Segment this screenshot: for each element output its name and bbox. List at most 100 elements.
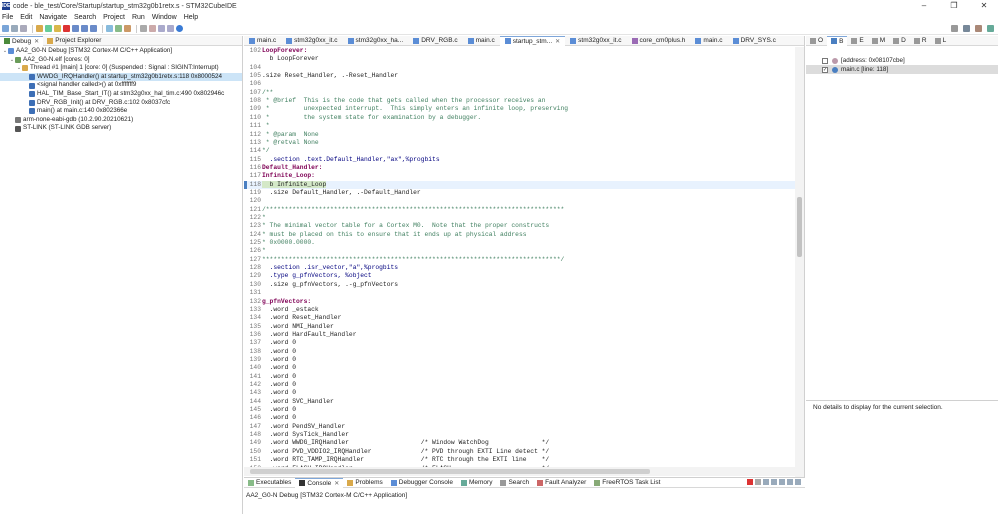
code-line[interactable]: 116Default_Handler: <box>244 164 795 172</box>
forward-icon[interactable] <box>167 25 174 32</box>
editor-tab[interactable]: main.c <box>463 36 500 46</box>
editor-vertical-scrollbar[interactable] <box>795 47 804 477</box>
debug-tree-item[interactable]: ⌄ Thread #1 [main] 1 [core: 0] (Suspended… <box>0 64 242 73</box>
close-icon[interactable]: ✕ <box>34 38 39 45</box>
code-line[interactable]: 135 .word NMI_Handler <box>244 323 795 331</box>
code-line[interactable]: 137 .word 0 <box>244 339 795 347</box>
menu-project[interactable]: Project <box>103 14 125 21</box>
run-icon[interactable] <box>115 25 122 32</box>
remove-launch-icon[interactable] <box>755 479 761 485</box>
code-line[interactable]: 102LoopForever: <box>244 47 795 55</box>
right-tab[interactable]: L <box>931 36 951 46</box>
debug-run-icon[interactable] <box>106 25 113 32</box>
code-line[interactable]: 106 <box>244 80 795 88</box>
tab-memory[interactable]: Memory <box>457 478 496 488</box>
code-line[interactable]: 132g_pfnVectors: <box>244 298 795 306</box>
code-line[interactable]: 109 * unexpected interrupt. This simply … <box>244 105 795 113</box>
save-icon[interactable] <box>11 25 18 32</box>
details-divider[interactable] <box>806 400 998 401</box>
step-into-icon[interactable] <box>72 25 79 32</box>
breakpoint-checkbox[interactable]: ✓ <box>822 66 828 73</box>
minimize-icon[interactable]: – <box>910 0 938 12</box>
annotation-icon[interactable] <box>149 25 156 32</box>
suspend-icon[interactable] <box>54 25 61 32</box>
code-line[interactable]: 136 .word HardFault_Handler <box>244 331 795 339</box>
code-line[interactable]: 131 <box>244 289 795 297</box>
editor-tab[interactable]: DRV_RGB.c <box>408 36 462 46</box>
code-line[interactable]: 127*************************************… <box>244 256 795 264</box>
close-icon[interactable]: ✕ <box>555 38 560 45</box>
right-tab[interactable]: D <box>889 36 910 46</box>
code-line[interactable]: 113 * @retval None <box>244 139 795 147</box>
scroll-thumb[interactable] <box>797 197 802 257</box>
search-icon[interactable] <box>951 25 958 32</box>
code-line[interactable]: 118 b Infinite_Loop <box>244 180 795 189</box>
debug-tree-item[interactable]: main() at main.c:140 0x802366e <box>0 107 242 116</box>
menu-window[interactable]: Window <box>152 14 177 21</box>
code-line[interactable]: 122* <box>244 214 795 222</box>
new-icon[interactable] <box>2 25 9 32</box>
tab-console[interactable]: Console ✕ <box>295 477 344 488</box>
tab-problems[interactable]: Problems <box>343 478 386 488</box>
editor-tab[interactable]: DRV_SYS.c <box>728 36 781 46</box>
editor-tab[interactable]: stm32g0xx_it.c <box>281 36 342 46</box>
code-line[interactable]: 114*/ <box>244 147 795 155</box>
code-line[interactable]: 111 * <box>244 122 795 130</box>
code-line[interactable]: 150 .word PVD_VDDIO2_IRQHandler /* PVD t… <box>244 448 795 456</box>
code-line[interactable]: 128 .section .isr_vector,"a",%progbits <box>244 264 795 272</box>
code-line[interactable]: 142 .word 0 <box>244 381 795 389</box>
open-console-icon[interactable] <box>795 479 801 485</box>
code-line[interactable]: 119 .size Default_Handler, .-Default_Han… <box>244 189 795 197</box>
code-line[interactable]: 145 .word 0 <box>244 406 795 414</box>
display-console-icon[interactable] <box>787 479 793 485</box>
tab-search[interactable]: Search <box>496 478 533 488</box>
code-line[interactable]: 147 .word PendSV_Handler <box>244 423 795 431</box>
step-return-icon[interactable] <box>90 25 97 32</box>
debug-tree-item[interactable]: ⌄ AA2_G0-N.elf [cores: 0] <box>0 56 242 65</box>
code-line[interactable]: 144 .word SVC_Handler <box>244 398 795 406</box>
code-line[interactable]: 110 * the system state for examination b… <box>244 114 795 122</box>
right-tab[interactable]: O <box>806 36 827 46</box>
debug-tree-item[interactable]: <signal handler called>() at 0xfffffff9 <box>0 81 242 90</box>
code-line[interactable]: 139 .word 0 <box>244 356 795 364</box>
editor-tab[interactable]: stm32g0xx_it.c <box>565 36 626 46</box>
code-line[interactable]: 121/************************************… <box>244 206 795 214</box>
code-line[interactable]: 133 .word _estack <box>244 306 795 314</box>
step-over-icon[interactable] <box>81 25 88 32</box>
code-line[interactable]: 108 * @brief This is the code that gets … <box>244 97 795 105</box>
breakpoint-item[interactable]: [address: 0x08107cbe] <box>806 56 998 65</box>
menu-help[interactable]: Help <box>184 14 198 21</box>
debug-tree-item[interactable]: ⌄ AA2_G0-N Debug [STM32 Cortex-M C/C++ Ap… <box>0 47 242 56</box>
build-icon[interactable] <box>36 25 43 32</box>
code-line[interactable]: 149 .word WWDG_IRQHandler /* Window Watc… <box>244 439 795 447</box>
cpp-perspective-icon[interactable] <box>975 25 982 32</box>
menu-file[interactable]: File <box>2 14 13 21</box>
right-tab[interactable]: B <box>827 35 848 46</box>
code-line[interactable]: b LoopForever <box>244 55 795 63</box>
terminate-icon[interactable] <box>63 25 70 32</box>
pin-console-icon[interactable] <box>779 479 785 485</box>
search-tool-icon[interactable] <box>140 25 147 32</box>
close-icon[interactable]: ✕ <box>970 0 998 12</box>
menu-navigate[interactable]: Navigate <box>39 14 67 21</box>
code-line[interactable]: 143 .word 0 <box>244 389 795 397</box>
code-line[interactable]: 107/** <box>244 89 795 97</box>
clear-console-icon[interactable] <box>763 479 769 485</box>
editor-tab[interactable]: startup_stm... ✕ <box>499 35 566 46</box>
tab-executables[interactable]: Executables <box>244 478 295 488</box>
code-line[interactable]: 134 .word Reset_Handler <box>244 314 795 322</box>
menu-search[interactable]: Search <box>74 14 96 21</box>
code-editor[interactable]: 102LoopForever: b LoopForever 104 105.size… <box>244 47 795 467</box>
code-line[interactable]: 115 .section .text.Default_Handler,"ax",… <box>244 156 795 164</box>
external-tools-icon[interactable] <box>124 25 131 32</box>
editor-horizontal-scrollbar[interactable] <box>244 467 795 476</box>
editor-tab[interactable]: main.c <box>244 36 281 46</box>
code-line[interactable]: 124* must be placed on this to ensure th… <box>244 231 795 239</box>
menu-edit[interactable]: Edit <box>20 14 32 21</box>
menu-run[interactable]: Run <box>132 14 145 21</box>
back-icon[interactable] <box>158 25 165 32</box>
code-line[interactable]: 129 .type g_pfnVectors, %object <box>244 272 795 280</box>
debug-perspective-icon[interactable] <box>987 25 994 32</box>
close-icon[interactable]: ✕ <box>334 480 339 487</box>
code-line[interactable]: 146 .word 0 <box>244 414 795 422</box>
